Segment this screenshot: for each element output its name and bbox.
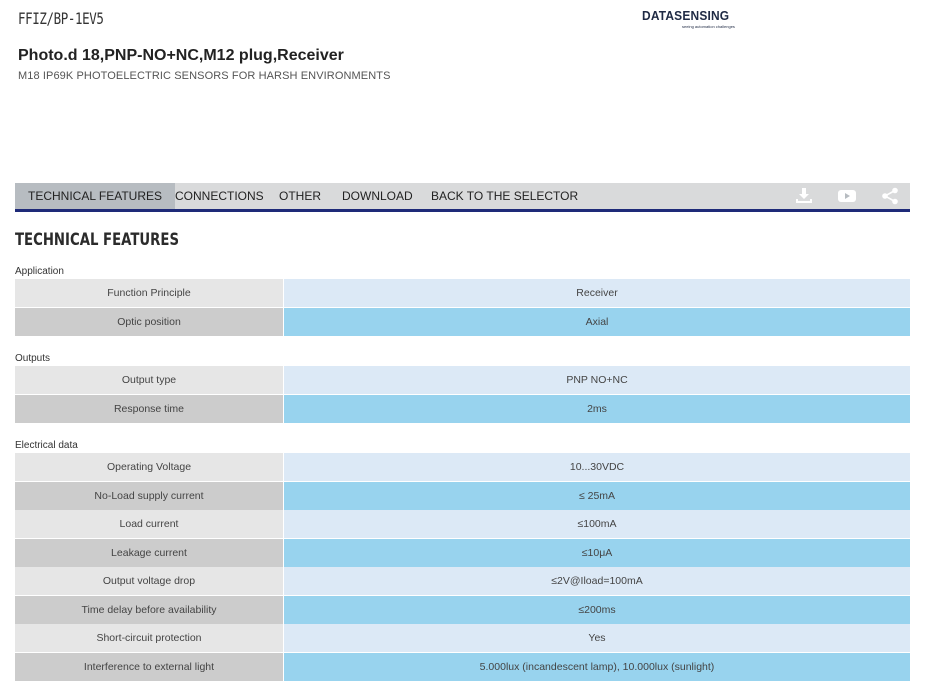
product-code: FFIZ/BP-1EV5 — [18, 9, 104, 28]
table-row: No-Load supply current ≤ 25mA — [15, 482, 910, 510]
tab-download[interactable]: DOWNLOAD — [329, 183, 426, 209]
row-label: Interference to external light — [15, 653, 283, 681]
product-subtitle: M18 IP69K PHOTOELECTRIC SENSORS FOR HARS… — [18, 70, 391, 82]
row-value: ≤200ms — [284, 596, 910, 624]
tab-technical-features[interactable]: TECHNICAL FEATURES — [15, 183, 176, 209]
row-label: Optic position — [15, 308, 283, 336]
download-icon[interactable] — [794, 187, 814, 205]
table-row: Time delay before availability ≤200ms — [15, 596, 910, 624]
row-value: ≤2V@Iload=100mA — [284, 567, 910, 595]
product-title: Photo.d 18,PNP-NO+NC,M12 plug,Receiver — [18, 47, 344, 64]
row-value: Yes — [284, 624, 910, 652]
row-label: Response time — [15, 395, 283, 423]
tab-connections[interactable]: CONNECTIONS — [162, 183, 277, 209]
row-label: Time delay before availability — [15, 596, 283, 624]
group-label-electrical-data: Electrical data — [15, 440, 78, 451]
brand-tagline: seeing automation challenges — [682, 24, 735, 29]
share-icon[interactable] — [880, 187, 900, 205]
table-row: Leakage current ≤10μA — [15, 539, 910, 567]
row-label: No-Load supply current — [15, 482, 283, 510]
row-value: ≤ 25mA — [284, 482, 910, 510]
row-label: Output voltage drop — [15, 567, 283, 595]
row-label: Function Principle — [15, 279, 283, 307]
table-row: Function Principle Receiver — [15, 279, 910, 307]
brand-logo-text: DATASENSING — [642, 8, 730, 23]
row-value: ≤10μA — [284, 539, 910, 567]
table-row: Operating Voltage 10...30VDC — [15, 453, 910, 481]
row-value: Axial — [284, 308, 910, 336]
table-row: Interference to external light 5.000lux … — [15, 653, 910, 681]
tab-back-to-selector[interactable]: BACK TO THE SELECTOR — [418, 183, 591, 209]
table-row: Output type PNP NO+NC — [15, 366, 910, 394]
table-row: Output voltage drop ≤2V@Iload=100mA — [15, 567, 910, 595]
row-value: ≤100mA — [284, 510, 910, 538]
tab-bar: TECHNICAL FEATURES CONNECTIONS OTHER DOW… — [15, 183, 910, 212]
group-label-application: Application — [15, 266, 64, 277]
brand-logo[interactable]: DATASENSING seeing automation challenges — [642, 8, 736, 30]
table-row: Load current ≤100mA — [15, 510, 910, 538]
row-value: PNP NO+NC — [284, 366, 910, 394]
product-page: FFIZ/BP-1EV5 DATASENSING seeing automati… — [0, 0, 935, 682]
table-row: Optic position Axial — [15, 308, 910, 336]
row-label: Operating Voltage — [15, 453, 283, 481]
row-value: 2ms — [284, 395, 910, 423]
youtube-icon[interactable] — [837, 187, 857, 205]
table-row: Short-circuit protection Yes — [15, 624, 910, 652]
row-value: 5.000lux (incandescent lamp), 10.000lux … — [284, 653, 910, 681]
row-label: Load current — [15, 510, 283, 538]
row-label: Leakage current — [15, 539, 283, 567]
row-label: Output type — [15, 366, 283, 394]
row-value: 10...30VDC — [284, 453, 910, 481]
table-row: Response time 2ms — [15, 395, 910, 423]
section-title: TECHNICAL FEATURES — [15, 230, 180, 250]
row-value: Receiver — [284, 279, 910, 307]
group-label-outputs: Outputs — [15, 353, 51, 364]
row-label: Short-circuit protection — [15, 624, 283, 652]
tab-other[interactable]: OTHER — [266, 183, 334, 209]
